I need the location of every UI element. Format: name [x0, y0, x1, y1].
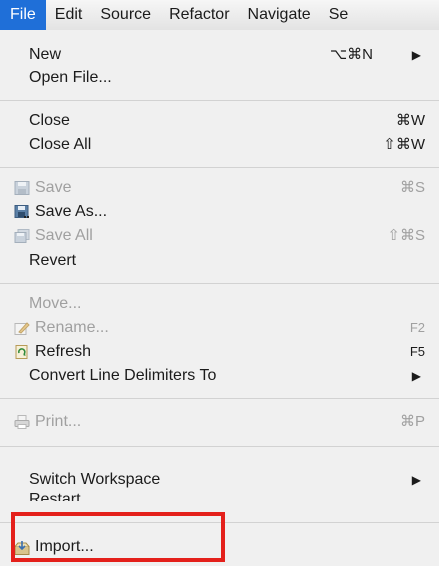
shortcut-label: ⌘P	[399, 413, 425, 430]
save-icon	[14, 181, 30, 195]
shortcut-label: ⌘W	[395, 112, 425, 129]
menu-item-label: Open File...	[29, 69, 112, 86]
menu-item-label: Save As...	[35, 203, 108, 220]
annotation-highlight-box	[11, 512, 225, 562]
menu-item-revert[interactable]: Revert	[0, 249, 439, 273]
menu-item-label: Refresh	[35, 343, 92, 360]
menu-item-move[interactable]: Move...	[0, 292, 439, 316]
menu-item-label: Move...	[29, 295, 82, 312]
print-icon	[14, 415, 30, 429]
menubar-search[interactable]: Se	[320, 0, 358, 30]
shortcut-label: ⌘S	[399, 179, 425, 196]
menu-separator	[0, 446, 439, 447]
menu-bar: File Edit Source Refactor Navigate Se	[0, 0, 439, 31]
menubar-source[interactable]: Source	[91, 0, 160, 30]
shortcut-label: ⇧⌘S	[387, 227, 425, 244]
save-all-icon	[14, 229, 30, 243]
menu-item-label: Convert Line Delimiters To	[29, 367, 217, 384]
shortcut-label: F5	[409, 344, 425, 359]
menu-item-new[interactable]: New ⌥⌘N ▶	[0, 43, 439, 67]
menu-item-restart[interactable]: Restart	[0, 488, 439, 501]
menu-item-label: Rename...	[35, 319, 109, 336]
menubar-navigate[interactable]: Navigate	[239, 0, 320, 30]
menu-separator	[0, 167, 439, 168]
submenu-arrow-icon: ▶	[411, 369, 421, 383]
menu-item-close-all[interactable]: Close All ⇧⌘W	[0, 133, 439, 157]
menu-item-save[interactable]: Save ⌘S	[0, 176, 439, 200]
menubar-file[interactable]: File	[0, 0, 46, 30]
save-as-icon	[14, 205, 29, 218]
menu-item-label: New	[29, 46, 62, 63]
menu-item-label: Save	[35, 179, 72, 196]
shortcut-label: ⇧⌘W	[383, 136, 425, 153]
menu-item-label: Print...	[35, 413, 82, 430]
menu-item-rename[interactable]: Rename... F2	[0, 316, 439, 340]
menu-item-label: Close	[29, 112, 70, 129]
menu-item-print[interactable]: Print... ⌘P	[0, 410, 439, 434]
menu-item-convert-line-delimiters[interactable]: Convert Line Delimiters To ▶	[0, 364, 439, 388]
menu-item-close[interactable]: Close ⌘W	[0, 109, 439, 133]
menu-item-label: Save All	[35, 227, 93, 244]
refresh-icon	[15, 345, 28, 359]
menu-item-save-as[interactable]: Save As...	[0, 200, 439, 224]
menu-item-label: Revert	[29, 252, 77, 269]
rename-icon	[14, 322, 30, 335]
shortcut-label: ⌥⌘N	[329, 46, 373, 63]
menu-separator	[0, 398, 439, 399]
menu-item-label: Restart	[29, 491, 81, 501]
menu-item-open-file[interactable]: Open File...	[0, 66, 439, 90]
shortcut-label: F2	[409, 320, 425, 335]
menubar-edit[interactable]: Edit	[46, 0, 92, 30]
menu-item-refresh[interactable]: Refresh F5	[0, 340, 439, 364]
submenu-arrow-icon: ▶	[411, 48, 421, 62]
menu-item-label: Close All	[29, 136, 92, 153]
menubar-refactor[interactable]: Refactor	[160, 0, 238, 30]
menu-separator	[0, 100, 439, 101]
menu-separator	[0, 283, 439, 284]
file-menu: New ⌥⌘N ▶ Open File... Close ⌘W Close Al…	[0, 30, 439, 566]
menu-item-save-all[interactable]: Save All ⇧⌘S	[0, 224, 439, 248]
